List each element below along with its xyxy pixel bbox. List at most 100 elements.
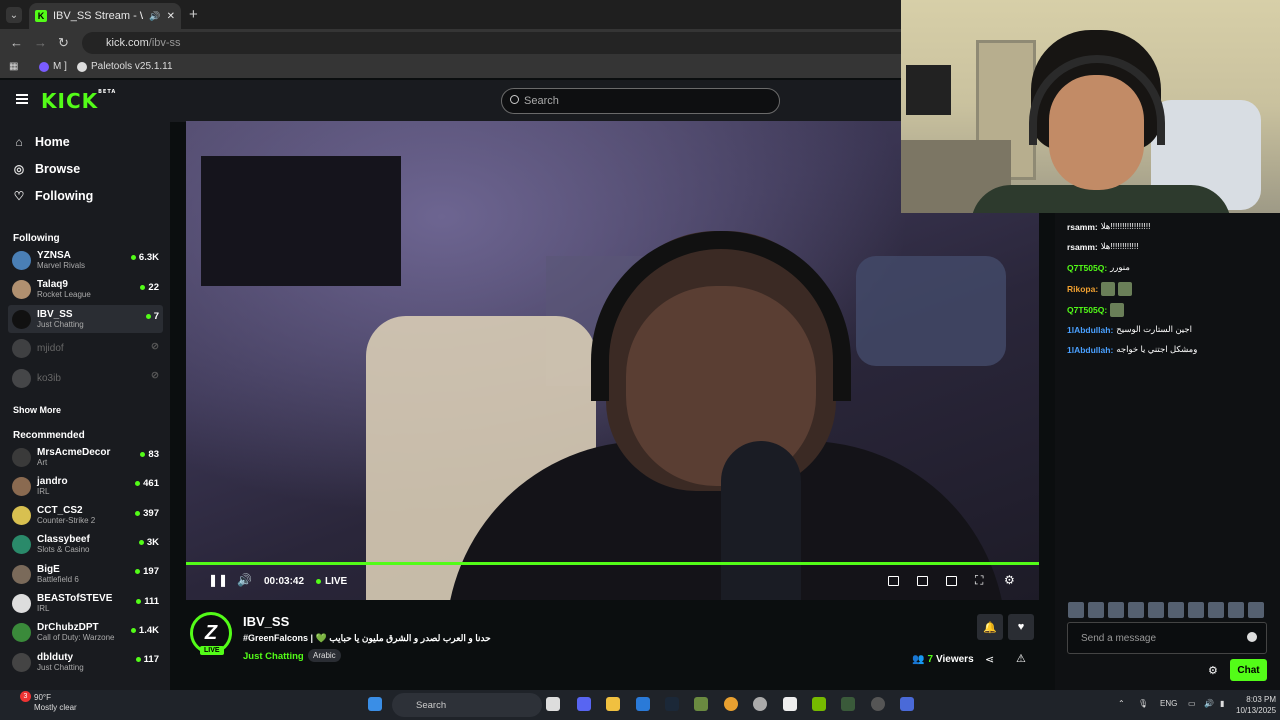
avatar — [12, 339, 31, 358]
sidebar-channel-talaq9[interactable]: Talaq9 Rocket League 22 — [8, 276, 163, 304]
theater-mode-icon[interactable] — [946, 576, 957, 586]
pause-icon[interactable]: ❚❚ — [208, 573, 228, 587]
sidebar-channel-cct_cs2[interactable]: CCT_CS2 Counter-Strike 2 397 — [8, 502, 163, 530]
kick-logo[interactable]: KICKBETA — [41, 89, 116, 113]
chatter-avatar[interactable] — [1248, 602, 1264, 618]
system-clock[interactable]: 8:03 PM 10/13/2025 — [1236, 694, 1276, 716]
taskbar-search[interactable]: Search — [392, 693, 542, 717]
chrome-icon[interactable] — [724, 697, 738, 711]
report-icon[interactable]: ⚠ — [1016, 652, 1026, 665]
settings-gear-icon[interactable]: ⚙ — [1004, 573, 1015, 587]
nav-browse[interactable]: ◎ Browse — [13, 159, 80, 179]
viewer-number: 83 — [148, 449, 159, 460]
sidebar-channel-beastofsteve[interactable]: BEASTofSTEVE IRL 111 — [8, 590, 163, 618]
channel-category: Slots & Casino — [37, 545, 90, 555]
chatter-avatar[interactable] — [1168, 602, 1184, 618]
weather-widget[interactable]: 90°F Mostly clear — [34, 693, 77, 713]
language-tag[interactable]: Arabic — [308, 649, 341, 662]
channel-category: Call of Duty: Warzone — [37, 633, 115, 643]
chatter-avatar[interactable] — [1108, 602, 1124, 618]
battery-icon[interactable]: ▮ — [1220, 699, 1224, 708]
new-tab-button[interactable]: + — [189, 6, 198, 23]
nav-following[interactable]: ♡ Following — [13, 186, 94, 206]
fullscreen-icon[interactable]: ⛶ — [975, 573, 983, 588]
chat-send-button[interactable]: Chat — [1230, 659, 1267, 681]
sidebar-channel-jandro[interactable]: jandro IRL 461 — [8, 472, 163, 500]
volume-tray-icon[interactable]: 🔊 — [1204, 699, 1214, 708]
emoji-icon[interactable] — [1247, 632, 1257, 642]
chatter-avatar[interactable] — [1208, 602, 1224, 618]
sidebar-channel-ko3ib[interactable]: ko3ib ⊘ — [8, 364, 163, 392]
sidebar-channel-drchubzdpt[interactable]: DrChubzDPT Call of Duty: Warzone 1.4K — [8, 619, 163, 647]
follow-button[interactable]: ♥ — [1008, 614, 1034, 640]
url-field[interactable]: kick.com/ibv-ss — [82, 32, 982, 54]
sidebar-channel-dblduty[interactable]: dblduty Just Chatting 117 — [8, 648, 163, 676]
chat-settings-icon[interactable]: ⚙ — [1208, 664, 1218, 677]
chatter-avatar[interactable] — [1068, 602, 1084, 618]
show-more-link[interactable]: Show More — [13, 405, 61, 415]
microphone-icon[interactable]: 🎙 — [1138, 699, 1148, 708]
start-icon[interactable] — [368, 697, 382, 711]
notepad-icon[interactable] — [783, 697, 797, 711]
file-explorer-icon[interactable] — [606, 697, 620, 711]
volume-icon[interactable]: 🔊 — [237, 573, 252, 587]
sidebar-channel-mrsacmedecor[interactable]: MrsAcmeDecor Art 83 — [8, 443, 163, 471]
search-icon — [510, 95, 519, 104]
bookmark-item[interactable]: M ] — [39, 61, 67, 72]
chatter-avatar[interactable] — [1088, 602, 1104, 618]
chat-username[interactable]: Q7T505Q: — [1067, 305, 1107, 315]
store-icon[interactable] — [636, 697, 650, 711]
chat-username[interactable]: rsamm: — [1067, 242, 1098, 252]
nav-home[interactable]: ⌂ Home — [13, 132, 69, 152]
close-tab-icon[interactable]: ✕ — [167, 11, 175, 22]
nvidia-icon[interactable] — [812, 697, 826, 711]
channel-text: mjidof — [37, 343, 64, 354]
obs-icon[interactable] — [871, 697, 885, 711]
category-link[interactable]: Just Chatting — [243, 651, 304, 662]
apps-grid-icon[interactable]: ▦ — [9, 61, 18, 72]
network-icon[interactable]: ▭ — [1188, 699, 1196, 708]
settings-app-icon[interactable] — [753, 697, 767, 711]
chat-username[interactable]: Rikopa: — [1067, 284, 1098, 294]
live-indicator[interactable]: LIVE — [316, 576, 347, 587]
sidebar-channel-mjidof[interactable]: mjidof ⊘ — [8, 335, 163, 363]
forward-icon[interactable]: → — [34, 35, 47, 50]
chat-username[interactable]: 1lAbdullah: — [1067, 345, 1113, 355]
sidebar-channel-ibv_ss[interactable]: IBV_SS Just Chatting 7 — [8, 305, 163, 333]
sidebar-channel-classybeef[interactable]: Classybeef Slots & Casino 3K — [8, 531, 163, 559]
back-icon[interactable]: ← — [10, 35, 23, 50]
sidebar-channel-bige[interactable]: BigE Battlefield 6 197 — [8, 560, 163, 588]
clip-icon[interactable] — [917, 576, 928, 586]
reload-icon[interactable]: ↻ — [58, 35, 69, 51]
terminal-icon[interactable] — [841, 697, 855, 711]
avatar — [12, 623, 31, 643]
browser-tab[interactable]: K IBV_SS Stream - Watch Live 🔊 ✕ — [29, 3, 181, 29]
steam-icon[interactable] — [665, 697, 679, 711]
logo-text: KICK — [41, 89, 99, 113]
chatter-avatar[interactable] — [1128, 602, 1144, 618]
chat-username[interactable]: 1lAbdullah: — [1067, 325, 1113, 335]
chatter-avatar[interactable] — [1228, 602, 1244, 618]
chat-message-input[interactable]: Send a message — [1067, 622, 1267, 654]
search-input[interactable]: Search — [501, 88, 780, 114]
sidebar-channel-yznsa[interactable]: YZNSA Marvel Rivals 6.3K — [8, 246, 163, 274]
viewer-count: 22 — [140, 282, 159, 293]
tray-chevron-icon[interactable]: ⌃ — [1118, 699, 1125, 708]
notification-bell-button[interactable]: 🔔 — [977, 614, 1003, 640]
chatter-avatar[interactable] — [1148, 602, 1164, 618]
task-view-icon[interactable] — [546, 697, 560, 711]
speaker-icon[interactable]: 🔊 — [149, 11, 160, 22]
minecraft-icon[interactable] — [694, 697, 708, 711]
menu-icon[interactable] — [16, 94, 28, 104]
chat-username[interactable]: Q7T505Q: — [1067, 263, 1107, 273]
language-indicator[interactable]: ENG — [1160, 699, 1177, 708]
chatter-avatar[interactable] — [1188, 602, 1204, 618]
bookmark-item[interactable]: Paletools v25.1.11 — [77, 61, 173, 72]
share-icon[interactable]: ⋖ — [985, 653, 994, 666]
discord-icon[interactable] — [577, 697, 591, 711]
miniplayer-icon[interactable] — [888, 576, 899, 586]
channel-name[interactable]: IBV_SS — [243, 614, 289, 629]
tab-search-button[interactable]: ⌄ — [6, 7, 22, 23]
chat-username[interactable]: rsamm: — [1067, 222, 1098, 232]
vpn-icon[interactable] — [900, 697, 914, 711]
